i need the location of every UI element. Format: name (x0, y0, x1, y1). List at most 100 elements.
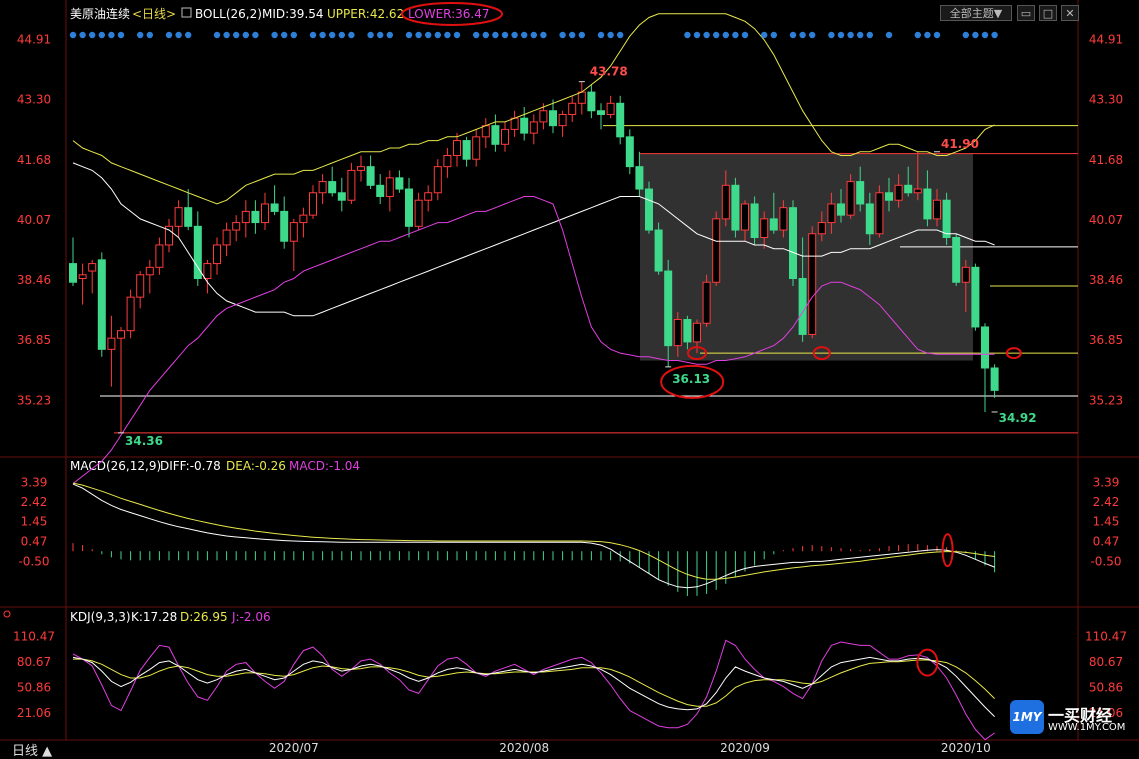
extreme-label: 34.36 (125, 434, 163, 448)
signal-dot (117, 31, 125, 39)
candle-body (318, 181, 327, 194)
candle-body (865, 203, 874, 235)
signal-dot (329, 31, 336, 39)
bottom-period-tab[interactable]: 日线 ▲ (12, 740, 52, 759)
candle-body (328, 181, 337, 194)
signal-dot (492, 31, 499, 39)
macd-y-tick-right: -0.50 (1090, 554, 1121, 568)
x-tick-label: 2020/09 (720, 741, 770, 755)
candle-body (174, 207, 183, 227)
y-tick-label: 43.30 (17, 93, 51, 107)
macd-dea-line (72, 482, 995, 580)
candle-body (817, 222, 826, 235)
candle-body (270, 203, 279, 212)
signal-dot (473, 31, 480, 39)
candle-body (481, 125, 490, 138)
signal-dot (761, 31, 768, 39)
signal-dot (914, 31, 921, 39)
boll-name: BOLL(26,2) (195, 7, 262, 21)
candle-body (635, 166, 644, 190)
signal-dot (242, 31, 249, 39)
macd-diff-line (72, 483, 995, 589)
signal-dot (69, 31, 77, 39)
candle-body (309, 192, 317, 216)
signal-dot (338, 31, 345, 39)
candle-body (213, 244, 221, 265)
candle-body (241, 210, 250, 224)
candle-body (942, 199, 951, 238)
signal-dot (137, 31, 144, 39)
signal-dot (271, 31, 278, 39)
signal-dot (89, 31, 96, 39)
signal-dot (165, 31, 173, 39)
extreme-label: 43.78 (590, 65, 628, 79)
y-tick-label: 40.07 (17, 213, 51, 227)
signal-dot (521, 31, 528, 39)
signal-dot (684, 31, 691, 39)
signal-dot (530, 31, 537, 39)
candle-body (587, 91, 596, 112)
macd-y-tick: 2.42 (21, 495, 48, 509)
signal-dot (799, 31, 806, 39)
candle-body (693, 322, 701, 343)
boll-lower: LOWER:36.47 (408, 7, 490, 21)
candle-body (222, 229, 231, 246)
kdj-y-tick-right: 80.67 (1089, 655, 1123, 669)
brand-logo-mark: 1MY (1010, 700, 1044, 734)
y-tick-label: 41.68 (17, 153, 51, 167)
candle-body (107, 337, 116, 350)
signal-dot (972, 31, 979, 39)
signal-dot (847, 31, 854, 39)
window-maximize-icon[interactable]: □ (1039, 5, 1057, 21)
checkbox-icon[interactable] (181, 7, 192, 18)
kdj-j-line (72, 639, 995, 741)
signal-dot (309, 31, 317, 39)
candle-body (750, 203, 759, 239)
y-tick-label-right: 40.07 (1089, 213, 1123, 227)
kdj-k-line (72, 656, 995, 717)
candle-body (875, 192, 884, 235)
candle-body (712, 218, 721, 283)
candle-body (405, 188, 413, 227)
kdj-y-tick: 50.86 (17, 681, 51, 695)
kdj-y-tick-right: 50.86 (1089, 681, 1123, 695)
candle-body (529, 121, 538, 134)
theme-dropdown[interactable]: 全部主题▼ (940, 5, 1012, 21)
candle-body (952, 237, 961, 283)
x-tick-label: 2020/10 (941, 741, 991, 755)
macd-y-tick: 3.39 (21, 475, 48, 489)
y-tick-label: 36.85 (17, 333, 51, 347)
signal-dot (290, 31, 297, 39)
extreme-label: 41.90 (941, 137, 979, 151)
signal-dot (233, 31, 240, 39)
signal-dot (933, 31, 941, 39)
candle-body (78, 274, 87, 280)
candle-body (261, 203, 269, 224)
signal-dot (809, 31, 816, 39)
signal-dot (386, 31, 393, 39)
y-tick-label: 44.91 (17, 33, 51, 47)
macd-diff: DIFF:-0.78 (160, 459, 221, 473)
close-icon[interactable]: ✕ (1061, 5, 1079, 21)
futures-chart[interactable]: 美原油连续 <日线> BOLL(26,2) MID:39.54 UPPER:42… (0, 0, 1139, 758)
candle-body (251, 210, 260, 224)
signal-dot (732, 31, 739, 39)
macd-y-tick-right: 0.47 (1093, 535, 1120, 549)
y-tick-label-right: 36.85 (1089, 333, 1123, 347)
candle-body (923, 188, 932, 220)
signal-dot (444, 31, 451, 39)
window-restore-icon[interactable]: ▭ (1017, 5, 1035, 21)
y-tick-label: 35.23 (17, 393, 51, 407)
candle-body (347, 169, 356, 201)
candle-body (433, 166, 442, 194)
y-tick-label-right: 43.30 (1089, 93, 1123, 107)
candle-body (88, 263, 97, 272)
signal-dot (617, 31, 624, 39)
signal-dot (367, 31, 374, 39)
candle-body (721, 184, 730, 220)
boll-mid: MID:39.54 (262, 7, 324, 21)
candle-body (385, 177, 394, 197)
period-label[interactable]: <日线> (132, 7, 176, 21)
candle-body (798, 278, 807, 335)
signal-dot (885, 31, 893, 39)
